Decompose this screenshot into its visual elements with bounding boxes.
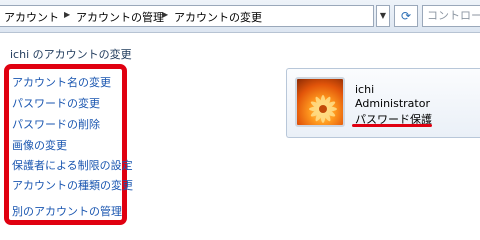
account-card: ichi Administrator パスワード保護 (286, 68, 480, 138)
avatar (295, 77, 345, 127)
status-underline (352, 124, 432, 127)
page-title: ichi のアカウントの変更 (10, 48, 132, 61)
task-parental-controls[interactable]: 保護者による制限の設定 (12, 157, 133, 173)
address-dropdown-button[interactable]: ▼ (376, 5, 390, 27)
account-name: ichi (355, 83, 375, 96)
task-change-account-type[interactable]: アカウントの種類の変更 (12, 177, 133, 193)
chevron-down-icon: ▼ (379, 11, 387, 20)
refresh-icon: ⟳ (400, 9, 412, 23)
task-change-account-name[interactable]: アカウント名の変更 (12, 74, 111, 90)
breadcrumb-item-manage-accounts[interactable]: アカウントの管理 (76, 9, 164, 25)
breadcrumb-arrow-icon[interactable]: ▶ (162, 10, 168, 19)
flower-icon (309, 95, 337, 123)
task-change-password[interactable]: パスワードの変更 (12, 95, 100, 111)
address-bar: アカウント ▶ アカウントの管理 ▶ アカウントの変更 ▼ ⟳ コントロー (0, 0, 480, 33)
task-remove-password[interactable]: パスワードの削除 (12, 116, 100, 132)
breadcrumb[interactable]: アカウント ▶ アカウントの管理 ▶ アカウントの変更 (0, 5, 374, 27)
refresh-button[interactable]: ⟳ (394, 5, 418, 27)
breadcrumb-item-change-account[interactable]: アカウントの変更 (174, 9, 262, 25)
search-input[interactable]: コントロー (422, 5, 480, 27)
task-change-picture[interactable]: 画像の変更 (12, 137, 67, 153)
breadcrumb-item-accounts[interactable]: アカウント (4, 9, 59, 25)
task-manage-another-account[interactable]: 別のアカウントの管理 (12, 203, 122, 219)
breadcrumb-arrow-icon[interactable]: ▶ (64, 10, 70, 19)
account-type: Administrator (355, 97, 430, 110)
